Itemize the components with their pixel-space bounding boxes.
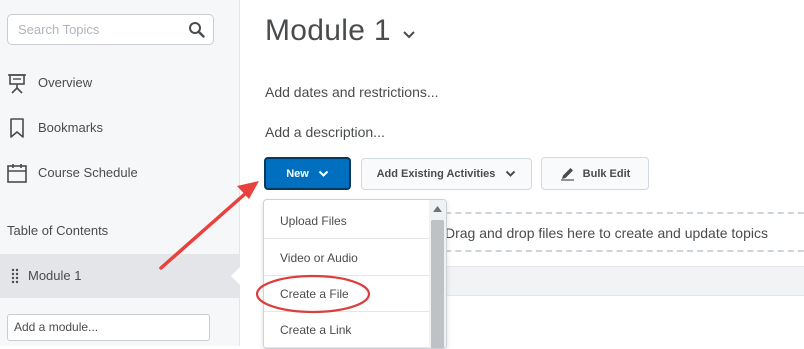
sidebar-item-label: Course Schedule [38,165,138,180]
sidebar-item-bookmarks[interactable]: Bookmarks [0,113,240,143]
new-button[interactable]: New [264,157,351,190]
sidebar-item-label: Overview [38,75,93,90]
new-dropdown-menu: Upload Files Video or Audio Create a Fil… [263,199,447,349]
sidebar-item-course-schedule[interactable]: Course Schedule [0,158,240,188]
bookmark-icon [10,118,24,138]
add-module-input[interactable]: Add a module... [7,314,210,341]
bulk-edit-label: Bulk Edit [582,167,631,180]
chevron-down-icon[interactable] [402,30,416,40]
presentation-icon [8,74,26,94]
add-existing-label: Add Existing Activities [376,168,496,180]
sidebar-item-overview[interactable]: Overview [0,68,240,98]
menu-item-create-a-file[interactable]: Create a File [264,276,429,312]
search-box[interactable] [7,14,214,45]
calendar-icon [7,164,27,183]
new-button-label: New [286,167,309,180]
menu-scrollbar[interactable] [429,200,446,348]
sidebar-item-module-1[interactable]: Module 1 [0,254,241,298]
add-existing-activities-button[interactable]: Add Existing Activities [361,158,532,190]
scroll-up-arrow-icon[interactable] [433,206,442,212]
add-dates-link[interactable]: Add dates and restrictions... [265,84,439,100]
menu-item-create-a-link[interactable]: Create a Link [264,312,429,348]
annotation-arrowhead [237,181,259,199]
sidebar: Overview Bookmarks Course Schedule Table… [0,0,241,346]
scrollbar-thumb[interactable] [431,220,444,348]
drag-handle-icon[interactable] [11,268,19,284]
menu-item-upload-files[interactable]: Upload Files [264,203,429,239]
sidebar-item-label: Bookmarks [38,120,104,135]
table-of-contents-heading: Table of Contents [7,223,109,238]
search-icon[interactable] [188,21,206,39]
pencil-icon [560,168,574,181]
search-input[interactable] [8,15,183,44]
page-title: Module 1 [265,14,391,47]
dropzone-text: Drag and drop files here to create and u… [445,225,768,241]
chevron-down-icon [318,170,329,177]
bulk-edit-button[interactable]: Bulk Edit [541,157,649,190]
module-label: Module 1 [28,268,82,283]
add-description-link[interactable]: Add a description... [265,124,385,140]
chevron-down-icon [506,170,516,177]
menu-item-video-or-audio[interactable]: Video or Audio [264,240,429,276]
